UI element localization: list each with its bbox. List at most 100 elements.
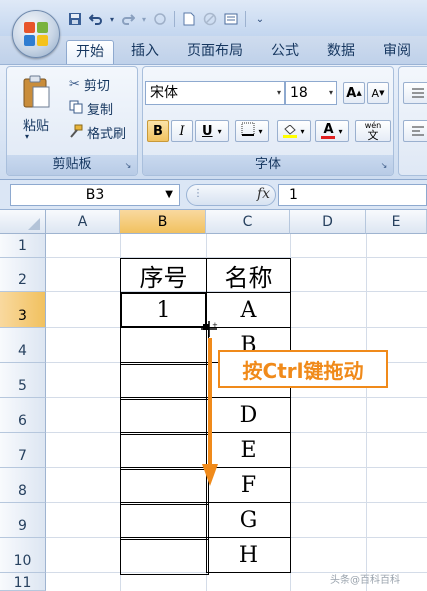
column-header-a[interactable]: A (46, 210, 120, 234)
new-doc-icon[interactable] (180, 10, 198, 28)
align-left-button[interactable] (403, 120, 427, 142)
name-box[interactable]: B3 ▼ (10, 184, 180, 206)
clipboard-group-label: 剪贴板 (7, 155, 137, 175)
select-all-corner[interactable] (0, 210, 46, 234)
annotation-callout: 按Ctrl键拖动 (218, 350, 388, 388)
borders-button[interactable]: ▾ (235, 120, 269, 142)
font-group-label: 字体 (143, 155, 393, 175)
fill-color-button[interactable]: ▾ (277, 120, 311, 142)
save-icon[interactable] (66, 10, 84, 28)
print-preview-icon[interactable] (222, 10, 240, 28)
undo-dropdown-icon[interactable]: ▾ (108, 10, 116, 28)
row-header-9[interactable]: 9 (0, 503, 46, 538)
cell-b6[interactable] (120, 397, 209, 435)
font-color-swatch (321, 135, 336, 139)
name-box-dropdown-icon[interactable]: ▼ (165, 185, 173, 205)
copy-icon (69, 100, 83, 117)
row-header-4[interactable]: 4 (0, 328, 46, 363)
row-header-11[interactable]: 11 (0, 573, 46, 591)
font-group: 宋体 ▾ 18 ▾ A ▲ A ▼ B I U ▾ ▾ ▾ A ▾ wén 文 … (142, 66, 394, 176)
tab-review[interactable]: 审阅 (374, 40, 420, 64)
formula-function-area: ⋮ fx (186, 184, 276, 206)
borders-dropdown-icon: ▾ (258, 126, 263, 136)
quick-access-toolbar: ▾ ▾ ⌄ (66, 9, 269, 29)
fill-color-swatch (283, 134, 298, 138)
phonetic-button[interactable]: wén 文 (355, 120, 391, 142)
formula-input[interactable]: 1 (278, 184, 427, 206)
bold-button[interactable]: B (147, 120, 169, 142)
grow-font-button[interactable]: A ▲ (343, 82, 365, 104)
paste-icon[interactable] (21, 75, 51, 109)
column-header-e[interactable]: E (366, 210, 427, 234)
svg-text:+: + (212, 321, 218, 329)
cell-c2[interactable]: 名称 (206, 258, 291, 293)
qat-separator (245, 11, 246, 27)
paste-dropdown-icon[interactable]: ▾ (25, 132, 29, 141)
drag-arrow-icon (200, 336, 220, 488)
office-logo-icon (24, 22, 48, 46)
row-header-8[interactable]: 8 (0, 468, 46, 503)
row-header-3[interactable]: 3 (0, 292, 46, 328)
paint-bucket-icon (283, 124, 298, 138)
drag-handle-icon[interactable]: ⋮ (193, 188, 203, 199)
tab-data[interactable]: 数据 (318, 40, 364, 64)
cell-b3-active[interactable]: 1 (120, 292, 207, 328)
tab-home[interactable]: 开始 (66, 40, 114, 64)
align-top-button[interactable] (403, 82, 427, 104)
clipboard-launcher-icon[interactable]: ↘ (123, 161, 133, 171)
alignment-group (398, 66, 427, 176)
cell-b5[interactable] (120, 362, 209, 400)
tab-insert[interactable]: 插入 (122, 40, 168, 64)
cell-c3[interactable]: A (206, 292, 291, 328)
row-header-7[interactable]: 7 (0, 433, 46, 468)
cell-b8[interactable] (120, 467, 209, 505)
border-icon (241, 122, 255, 140)
cell-b9[interactable] (120, 502, 209, 540)
tab-formulas[interactable]: 公式 (262, 40, 308, 64)
customize-icon[interactable]: ⌄ (251, 10, 269, 28)
disabled-icon[interactable] (201, 10, 219, 28)
cell-b2[interactable]: 序号 (120, 258, 207, 293)
font-name-select[interactable]: 宋体 ▾ (145, 81, 285, 105)
font-launcher-icon[interactable]: ↘ (379, 161, 389, 171)
undo-icon[interactable] (87, 10, 105, 28)
font-size-select[interactable]: 18 ▾ (285, 81, 337, 105)
office-button[interactable] (12, 10, 60, 58)
redo-icon[interactable] (119, 10, 137, 28)
shrink-font-button[interactable]: A ▼ (367, 82, 389, 104)
brush-icon (69, 124, 83, 141)
cell-c10[interactable]: H (206, 537, 291, 573)
cell-b4[interactable] (120, 327, 209, 365)
underline-button[interactable]: U ▾ (195, 120, 229, 142)
column-header-c[interactable]: C (206, 210, 290, 234)
cut-button[interactable]: ✂ 剪切 (69, 75, 110, 94)
font-name-dropdown-icon: ▾ (276, 88, 281, 97)
cell-c9[interactable]: G (206, 502, 291, 538)
row-header-6[interactable]: 6 (0, 398, 46, 433)
underline-dropdown-icon: ▾ (217, 126, 222, 136)
copy-button[interactable]: 复制 (69, 99, 113, 118)
redo-dropdown-icon[interactable]: ▾ (140, 10, 148, 28)
column-header-b[interactable]: B (120, 210, 206, 234)
qat-separator (174, 11, 175, 27)
cell-b7[interactable] (120, 432, 209, 470)
watermark: 头条@百科百科 (330, 575, 400, 586)
grow-arrow-icon: ▲ (356, 89, 362, 97)
row-header-5[interactable]: 5 (0, 363, 46, 398)
font-color-button[interactable]: A ▾ (315, 120, 349, 142)
row-header-2[interactable]: 2 (0, 258, 46, 292)
insert-function-button[interactable]: fx (257, 186, 270, 202)
format-painter-button[interactable]: 格式刷 (69, 123, 126, 142)
font-size-dropdown-icon: ▾ (328, 88, 333, 97)
column-header-d[interactable]: D (290, 210, 366, 234)
row-header-1[interactable]: 1 (0, 234, 46, 258)
tab-page-layout[interactable]: 页面布局 (178, 40, 252, 64)
scissors-icon: ✂ (69, 77, 80, 92)
clipboard-group: 粘贴 ▾ ✂ 剪切 复制 格式刷 剪贴板 ↘ (6, 66, 138, 176)
refresh-icon[interactable] (151, 10, 169, 28)
italic-button[interactable]: I (171, 120, 193, 142)
font-color-dropdown-icon: ▾ (338, 126, 343, 136)
row-header-10[interactable]: 10 (0, 538, 46, 573)
cell-b10[interactable] (120, 537, 209, 575)
shrink-arrow-icon: ▼ (379, 89, 385, 97)
